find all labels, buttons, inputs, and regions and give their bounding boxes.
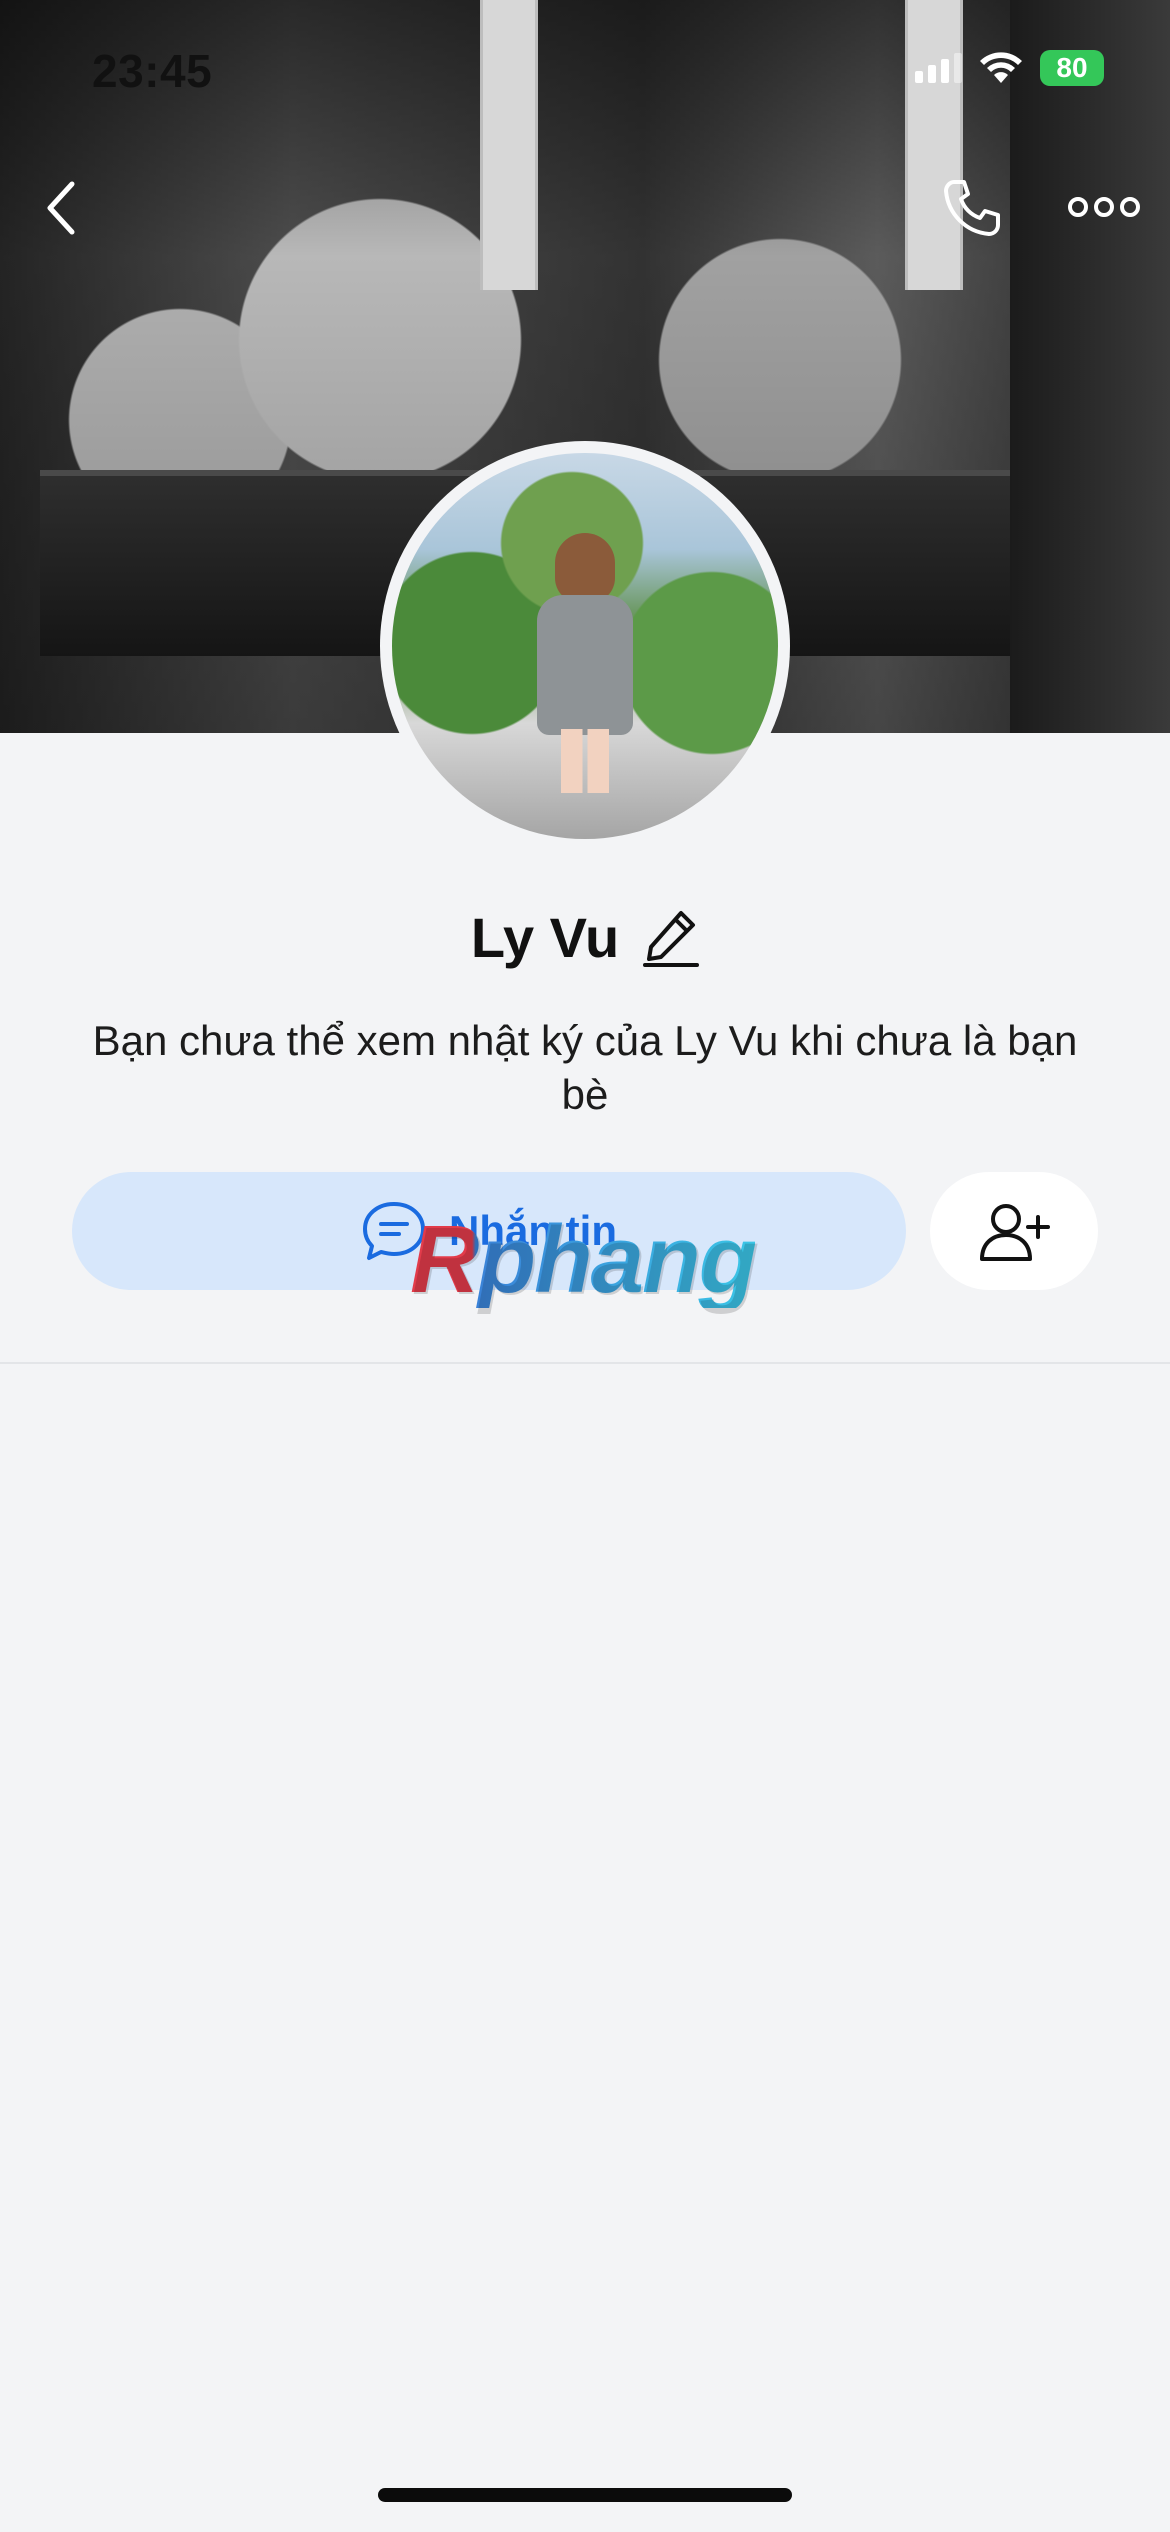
phone-icon[interactable] xyxy=(940,176,1004,240)
signal-icon xyxy=(915,53,962,83)
battery-icon: 80 xyxy=(1040,50,1104,86)
section-divider xyxy=(0,1362,1170,1364)
add-friend-button[interactable] xyxy=(930,1172,1098,1290)
status-time: 23:45 xyxy=(92,45,213,97)
cover-scroll-right xyxy=(905,0,963,290)
avatar-person xyxy=(537,533,633,793)
battery-level: 80 xyxy=(1056,52,1088,83)
message-button[interactable]: Nhắn tin xyxy=(72,1172,906,1290)
status-indicators: 80 xyxy=(915,50,1104,86)
pencil-icon[interactable] xyxy=(643,907,700,969)
wifi-icon xyxy=(980,52,1022,83)
privacy-notice: Bạn chưa thể xem nhật ký của Ly Vu khi c… xyxy=(92,1017,1078,1118)
more-horizontal-icon[interactable] xyxy=(1068,196,1140,218)
message-button-label: Nhắn tin xyxy=(449,1207,617,1254)
chat-bubble-icon xyxy=(363,1202,425,1260)
chevron-left-icon[interactable] xyxy=(38,178,88,238)
profile-name-row: Ly Vu xyxy=(0,905,1170,970)
home-indicator[interactable] xyxy=(378,2488,792,2502)
avatar-photo xyxy=(392,453,778,839)
avatar[interactable] xyxy=(380,441,790,851)
cover-door xyxy=(1010,0,1170,733)
add-user-icon xyxy=(980,1204,1050,1261)
profile-name: Ly Vu xyxy=(470,906,620,969)
cover-scroll-left xyxy=(480,0,538,290)
